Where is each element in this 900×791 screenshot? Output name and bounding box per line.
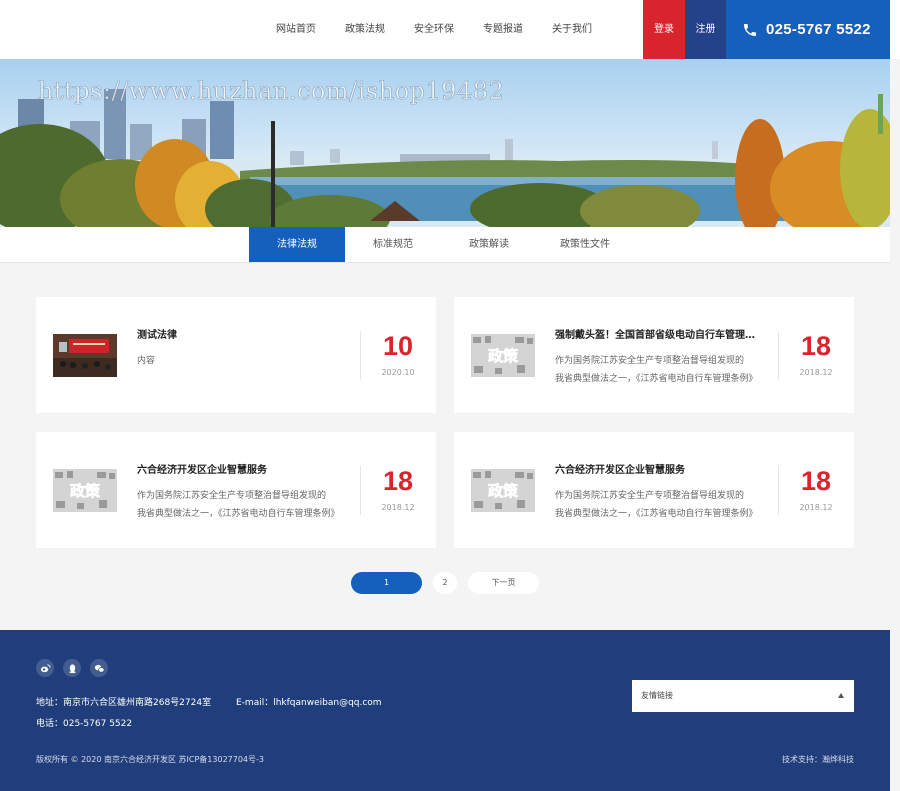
article-title: 六合经济开发区企业智慧服务 xyxy=(137,465,267,476)
article-thumbnail xyxy=(53,334,117,377)
nav-home[interactable]: 网站首页 xyxy=(276,0,316,59)
footer-address: 地址：南京市六合区雄州南路268号2724室 xyxy=(36,698,212,708)
svg-text:政策: 政策 xyxy=(488,347,519,365)
friend-links-label: 友情链接 xyxy=(641,691,673,700)
article-day: 18 xyxy=(382,466,414,496)
meeting-photo xyxy=(53,334,117,377)
article-day: 18 xyxy=(800,466,832,496)
site-header: 网站首页 政策法规 安全环保 专题报道 关于我们 登录 注册 025-5767 … xyxy=(0,0,900,59)
divider xyxy=(360,331,361,380)
site-footer: 地址：南京市六合区雄州南路268号2724室 E-mail：lhkfqanwei… xyxy=(0,630,890,791)
article-day: 10 xyxy=(382,331,414,361)
policy-graphic: 政策 xyxy=(53,469,117,512)
footer-email: E-mail：lhkfqanweiban@qq.com xyxy=(236,698,382,708)
divider xyxy=(360,466,361,515)
article-year-month: 2018.12 xyxy=(799,368,833,377)
article-year-month: 2018.12 xyxy=(381,503,415,512)
login-button[interactable]: 登录 xyxy=(643,0,685,59)
nav-policy[interactable]: 政策法规 xyxy=(345,0,385,59)
banner-watermark: https://www.huzhan.com/ishop19482 xyxy=(38,77,505,106)
article-title: 六合经济开发区企业智慧服务 xyxy=(555,465,685,476)
hotline: 025-5767 5522 xyxy=(726,0,890,59)
phone-icon xyxy=(744,23,756,36)
copyright: 版权所有 © 2020 南京六合经济开发区 苏ICP备13027704号-3 xyxy=(36,755,264,764)
wechat-icon xyxy=(94,664,104,672)
friend-links-dropdown[interactable]: 友情链接 xyxy=(632,680,854,712)
article-thumbnail: 政策 xyxy=(53,469,117,512)
policy-graphic: 政策 xyxy=(471,334,535,377)
weibo-icon xyxy=(40,663,51,672)
hotline-number: 025-5767 5522 xyxy=(766,21,871,38)
article-summary: 内容 xyxy=(137,356,156,366)
wechat-link[interactable] xyxy=(90,659,108,677)
article-day: 18 xyxy=(800,331,832,361)
svg-text:政策: 政策 xyxy=(70,482,101,500)
nav-safety[interactable]: 安全环保 xyxy=(414,0,454,59)
tech-support: 技术支持：瀚烨科技 xyxy=(782,755,854,764)
tab-laws[interactable]: 法律法规 xyxy=(249,227,345,262)
article-summary: 作为国务院江苏安全生产专项整治督导组发现的 我省典型做法之一，《江苏省电动自行车… xyxy=(555,491,758,519)
article-card[interactable]: 测试法律 内容 10 2020.10 xyxy=(36,297,436,413)
weibo-link[interactable] xyxy=(36,659,54,677)
article-title: 强制戴头盔！全国首部省级电动自行车管理条例 xyxy=(555,330,759,341)
article-year-month: 2020.10 xyxy=(381,368,415,377)
svg-text:政策: 政策 xyxy=(488,482,519,500)
footer-phone: 电话：025-5767 5522 xyxy=(36,719,133,729)
page-2-button[interactable]: 2 xyxy=(433,572,457,594)
article-title: 测试法律 xyxy=(137,330,177,341)
article-card[interactable]: 政策 六合经济开发区企业智慧服务 作为国务院江苏安全生产专项整治督导组发现的 我… xyxy=(36,432,436,548)
article-summary: 作为国务院江苏安全生产专项整治督导组发现的 我省典型做法之一，《江苏省电动自行车… xyxy=(555,356,758,384)
nav-about[interactable]: 关于我们 xyxy=(552,0,592,59)
category-tabs: 法律法规 标准规范 政策解读 政策性文件 xyxy=(0,227,890,263)
tab-policy-documents[interactable]: 政策性文件 xyxy=(537,227,633,262)
tab-interpretation[interactable]: 政策解读 xyxy=(441,227,537,262)
caret-up-icon xyxy=(838,693,844,698)
next-page-button[interactable]: 下一页 xyxy=(468,572,539,594)
article-year-month: 2018.12 xyxy=(799,503,833,512)
article-card[interactable]: 政策 强制戴头盔！全国首部省级电动自行车管理条例 作为国务院江苏安全生产专项整治… xyxy=(454,297,854,413)
qq-link[interactable] xyxy=(63,659,81,677)
nav-reports[interactable]: 专题报道 xyxy=(483,0,523,59)
divider xyxy=(778,466,779,515)
page-1-button[interactable]: 1 xyxy=(351,572,422,594)
main-nav: 网站首页 政策法规 安全环保 专题报道 关于我们 xyxy=(276,0,621,59)
policy-graphic: 政策 xyxy=(471,469,535,512)
qq-icon xyxy=(68,663,76,673)
article-thumbnail: 政策 xyxy=(471,469,535,512)
article-card[interactable]: 政策 六合经济开发区企业智慧服务 作为国务院江苏安全生产专项整治督导组发现的 我… xyxy=(454,432,854,548)
tab-standards[interactable]: 标准规范 xyxy=(345,227,441,262)
divider xyxy=(778,331,779,380)
article-summary: 作为国务院江苏安全生产专项整治督导组发现的 我省典型做法之一，《江苏省电动自行车… xyxy=(137,491,340,519)
hero-banner: https://www.huzhan.com/ishop19482 xyxy=(0,59,890,227)
article-thumbnail: 政策 xyxy=(471,334,535,377)
register-button[interactable]: 注册 xyxy=(685,0,726,59)
